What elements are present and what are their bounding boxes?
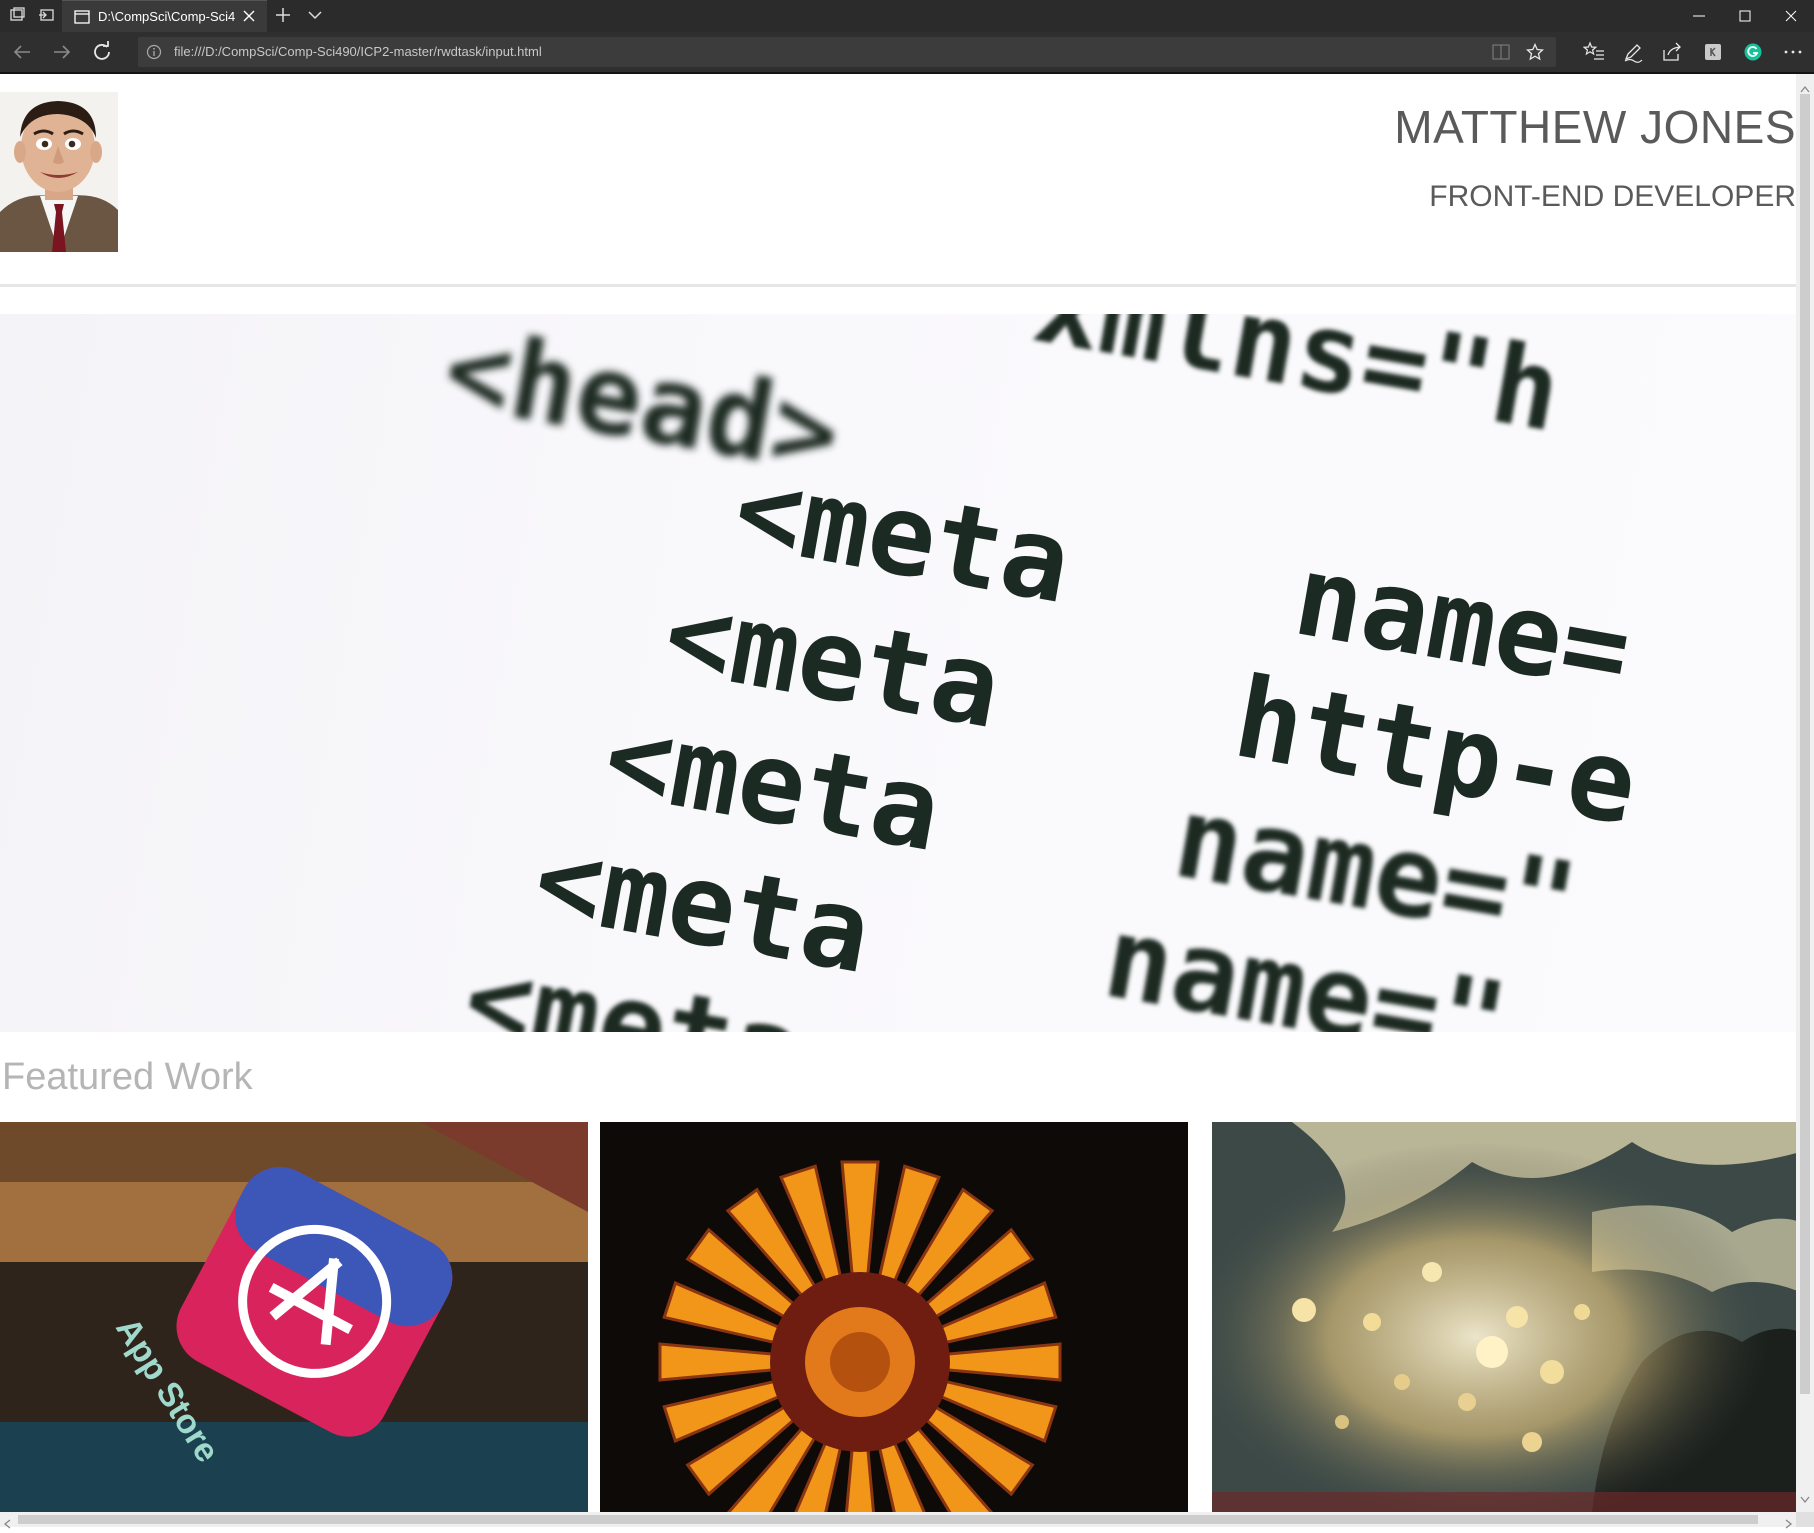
set-tabs-aside-icon[interactable] [38,6,58,26]
profile-role: FRONT-END DEVELOPER [1429,180,1796,213]
header-divider [0,284,1796,287]
address-bar[interactable]: file:///D:/CompSci/Comp-Sci490/ICP2-mast… [138,37,1556,67]
favorite-star-icon[interactable] [1525,42,1545,65]
maximize-button[interactable] [1722,0,1768,32]
more-options-icon[interactable] [1782,41,1804,63]
scrollbar-corner [1796,1512,1814,1527]
tab-title: D:\CompSci\Comp-Sci4 [98,9,236,24]
page-icon [74,9,90,29]
scroll-left-icon[interactable] [3,1514,11,1533]
refresh-icon[interactable] [90,40,114,64]
vertical-scroll-thumb[interactable] [1800,94,1810,1394]
forward-arrow-icon[interactable] [50,40,74,64]
vertical-scrollbar[interactable] [1796,74,1814,1512]
profile-name: MATTHEW JONES [1394,101,1796,153]
minimize-button[interactable] [1676,0,1722,32]
reading-view-icon[interactable] [1492,44,1510,64]
code-line-2: xmlns="h [1025,314,1569,457]
url-text[interactable]: file:///D:/CompSci/Comp-Sci490/ICP2-mast… [174,44,542,59]
featured-item-app-store[interactable]: App Store [0,1122,588,1512]
new-tab-icon[interactable] [274,6,294,26]
hero-code-image: <head> xmlns="h <meta name= <meta http-e… [0,314,1796,1032]
browser-tab[interactable]: D:\CompSci\Comp-Sci4 [62,0,267,33]
site-info-icon[interactable] [146,44,162,64]
scroll-right-icon[interactable] [1785,1514,1793,1533]
back-arrow-icon[interactable] [10,40,34,64]
web-note-pen-icon[interactable] [1622,41,1644,63]
scroll-down-icon[interactable] [1800,1489,1810,1508]
close-window-button[interactable] [1768,0,1814,32]
close-tab-icon[interactable] [241,8,257,28]
horizontal-scroll-thumb[interactable] [18,1515,1758,1524]
share-icon[interactable] [1661,41,1683,63]
featured-item-flower[interactable] [600,1122,1188,1512]
featured-item-bokeh-lights[interactable] [1212,1122,1796,1512]
favorites-list-icon[interactable] [1582,41,1605,63]
extension-icon[interactable] [1702,41,1724,63]
tab-preview-chevron-icon[interactable] [306,6,326,26]
browser-navbar: file:///D:/CompSci/Comp-Sci490/ICP2-mast… [0,32,1814,72]
horizontal-scrollbar[interactable] [0,1512,1796,1529]
page-viewport: MATTHEW JONES FRONT-END DEVELOPER <head>… [0,74,1796,1512]
featured-work-heading: Featured Work [2,1056,253,1098]
profile-photo [0,92,118,252]
tab-manager-icon[interactable] [8,6,28,26]
grammarly-icon[interactable] [1742,41,1764,63]
browser-titlebar: D:\CompSci\Comp-Sci4 [0,0,1814,33]
